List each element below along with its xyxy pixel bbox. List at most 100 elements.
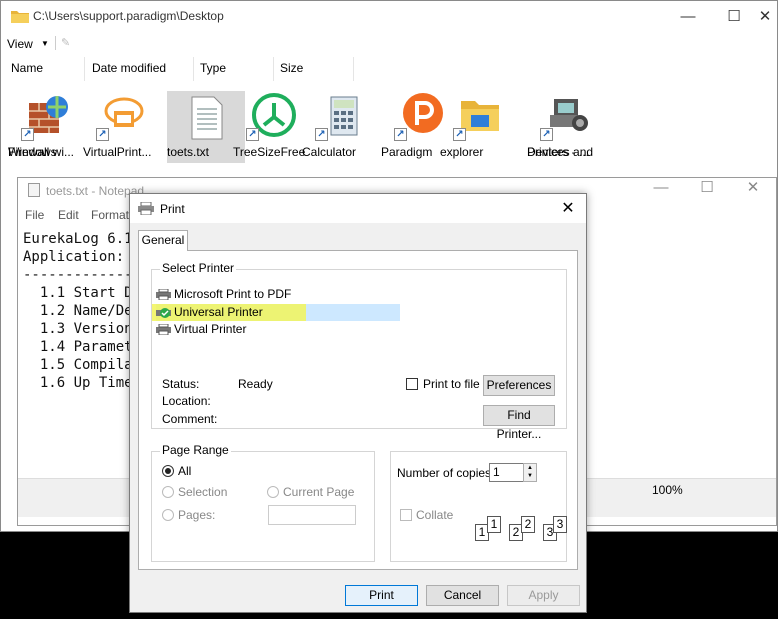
notepad-text-area[interactable]: EurekaLog 6.1 Application: -------------- …	[23, 230, 141, 392]
toolbar-divider	[55, 36, 56, 50]
view-menu[interactable]: View	[7, 37, 33, 51]
current-page-radio[interactable]	[267, 486, 279, 498]
spin-up-icon[interactable]: ▲	[524, 464, 536, 472]
text-line: --------------	[23, 267, 142, 283]
pages-label: Pages:	[178, 508, 216, 522]
text-file-icon	[191, 96, 223, 140]
collate-checkbox[interactable]	[400, 509, 412, 521]
menu-format[interactable]: Format	[91, 208, 129, 222]
shortcut-arrow-icon: ↗	[394, 128, 407, 141]
dialog-close-button[interactable]: ✕	[556, 198, 580, 218]
printer-item-universal-printer[interactable]: Universal Printer	[152, 304, 400, 321]
notepad-icon	[28, 183, 40, 197]
printer-item-virtual-printer[interactable]: Virtual Printer	[156, 321, 246, 338]
folder-icon	[11, 11, 29, 23]
general-tab-panel: Select Printer Microsoft Print to PDF Un…	[138, 250, 578, 570]
column-header-size[interactable]: Size	[274, 57, 354, 81]
collate-label: Collate	[416, 508, 454, 522]
collate-sheet-icon: 3	[553, 516, 567, 533]
spin-down-icon[interactable]: ▼	[524, 472, 536, 480]
shortcut-arrow-icon: ↗	[21, 128, 34, 141]
page-range-group: Page Range All Selection Current Page Pa…	[151, 443, 375, 562]
shortcut-arrow-icon: ↗	[453, 128, 466, 141]
text-line: 1.5 Compilat	[23, 357, 142, 373]
copies-input[interactable]: 1	[489, 463, 525, 482]
explorer-title: C:\Users\support.paradigm\Desktop	[33, 9, 224, 23]
explorer-titlebar[interactable]: C:\Users\support.paradigm\Desktop — ☐ ✕	[1, 1, 777, 33]
menu-file[interactable]: File	[25, 208, 44, 222]
column-header-name[interactable]: Name	[5, 57, 85, 81]
notepad-maximize-button[interactable]: ☐	[684, 172, 730, 204]
dialog-title: Print	[160, 202, 185, 216]
printer-name: Universal Printer	[174, 305, 263, 319]
desktop-item-devices-and-printers[interactable]: ↗ Devices and Printers - ...	[527, 91, 605, 159]
desktop-item-label: Firewall wi...	[8, 145, 75, 159]
text-line: 1.3 Version	[23, 321, 133, 337]
status-value: Ready	[238, 377, 273, 391]
printer-icon	[138, 202, 154, 215]
copies-spinner[interactable]: ▲ ▼	[523, 463, 537, 482]
cancel-button[interactable]: Cancel	[426, 585, 499, 606]
text-line: 1.2 Name/Des	[23, 303, 142, 319]
default-printer-check-icon	[156, 308, 171, 318]
location-label: Location:	[162, 394, 211, 408]
desktop-item-treesizefree[interactable]: ↗ TreeSizeFree	[233, 91, 311, 159]
all-label: All	[178, 464, 192, 478]
column-header-type[interactable]: Type	[194, 57, 274, 81]
print-button[interactable]: Print	[345, 585, 418, 606]
notepad-minimize-button[interactable]: —	[638, 172, 684, 204]
desktop-item-label: TreeSizeFree	[233, 145, 306, 159]
number-of-copies-label: Number of copies:	[397, 466, 495, 480]
zoom-level: 100%	[652, 483, 683, 497]
column-header-date-modified[interactable]: Date modified	[86, 57, 194, 81]
text-line: 1.4 Paramete	[23, 339, 142, 355]
selection-label: Selection	[178, 485, 228, 499]
preferences-button[interactable]: Preferences	[483, 375, 555, 396]
collate-sheet-icon: 2	[521, 516, 535, 533]
desktop-item-virtualprinter[interactable]: ↗ VirtualPrint...	[83, 91, 161, 159]
desktop-item-label: toets.txt	[167, 145, 210, 159]
minimize-button[interactable]: —	[665, 1, 711, 33]
shortcut-arrow-icon: ↗	[96, 128, 109, 141]
dialog-titlebar[interactable]: Print ✕	[130, 194, 586, 223]
desktop-item-calculator[interactable]: ↗ Calculator	[302, 91, 380, 159]
notepad-close-button[interactable]: ✕	[730, 172, 776, 204]
current-page-label: Current Page	[283, 485, 355, 499]
desktop-item-label: Calculator	[302, 145, 357, 159]
desktop-item-explorer[interactable]: ↗ explorer	[440, 91, 518, 159]
shortcut-arrow-icon: ↗	[315, 128, 328, 141]
properties-icon[interactable]: ✎	[61, 36, 70, 49]
desktop-item-label: Paradigm	[381, 145, 433, 159]
apply-button[interactable]: Apply	[507, 585, 580, 606]
pages-radio[interactable]	[162, 509, 174, 521]
chevron-down-icon[interactable]: ▼	[41, 39, 49, 48]
shortcut-arrow-icon: ↗	[540, 128, 553, 141]
text-line: 1.6 Up Time	[23, 375, 133, 391]
pages-input[interactable]	[268, 505, 356, 525]
printer-item-microsoft-print-to-pdf[interactable]: Microsoft Print to PDF	[156, 286, 291, 303]
select-printer-group: Select Printer Microsoft Print to PDF Un…	[151, 261, 567, 441]
selection-radio[interactable]	[162, 486, 174, 498]
shortcut-arrow-icon: ↗	[246, 128, 259, 141]
desktop-item-label: Printers - ...	[527, 145, 590, 159]
tab-general[interactable]: General	[138, 230, 188, 251]
copies-group: Number of copies: 1 ▲ ▼ Collate 1 1 2 2 …	[390, 451, 567, 562]
printer-name: Microsoft Print to PDF	[174, 287, 292, 301]
desktop-item-label: VirtualPrint...	[83, 145, 152, 159]
printer-name: Virtual Printer	[174, 322, 247, 336]
close-button[interactable]: ✕	[751, 1, 778, 33]
text-line: Application:	[23, 249, 125, 265]
printer-icon	[156, 289, 171, 300]
print-to-file-checkbox[interactable]	[406, 378, 418, 390]
find-printer-button[interactable]: Find Printer...	[483, 405, 555, 441]
page-range-label: Page Range	[160, 443, 231, 457]
desktop-item-windows-firewall[interactable]: ↗ Windows Firewall wi...	[8, 91, 86, 159]
status-label: Status:	[162, 377, 200, 391]
desktop-item-label: explorer	[440, 145, 484, 159]
menu-edit[interactable]: Edit	[58, 208, 79, 222]
collate-sheet-icon: 1	[487, 516, 501, 533]
comment-label: Comment:	[162, 412, 218, 426]
text-line: EurekaLog 6.1	[23, 231, 133, 247]
all-radio[interactable]	[162, 465, 174, 477]
print-dialog: Print ✕ General Select Printer Microsoft…	[129, 193, 587, 613]
